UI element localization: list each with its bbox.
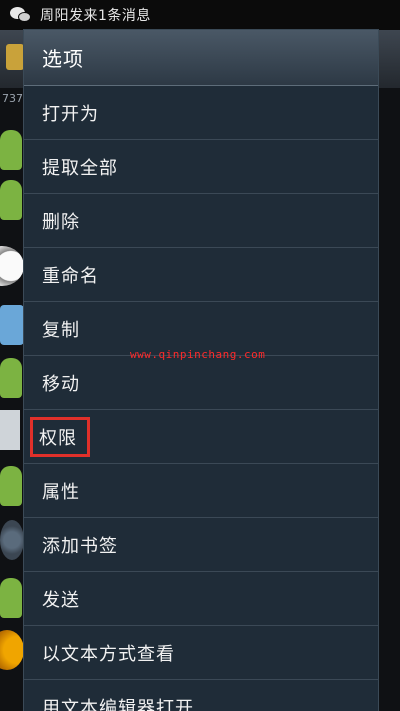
menu-item-properties[interactable]: 属性 [24,464,378,518]
menu-item-label: 用文本编辑器打开 [42,697,194,711]
menu-item-label: 发送 [42,589,80,611]
menu-item-label: 属性 [42,481,80,503]
menu-item-send[interactable]: 发送 [24,572,378,626]
menu-item-open-as[interactable]: 打开为 [24,86,378,140]
notification-text: 周阳发来1条消息 [40,8,151,24]
wechat-icon [10,6,32,24]
android-app-icon [0,358,22,398]
background-path-text: 737 [2,92,23,105]
watermark: www.qinpinchang.com [130,348,266,361]
menu-item-label: 复制 [42,319,80,341]
menu-item-move[interactable]: 移动 [24,356,378,410]
menu-item-label: 提取全部 [42,157,118,179]
menu-item-label: 删除 [42,211,80,233]
status-bar: 周阳发来1条消息 [0,0,400,30]
android-app-icon [0,130,22,170]
android-app-icon [0,466,22,506]
menu-item-permissions[interactable]: 权限 [24,410,378,464]
menu-item-label: 重命名 [42,265,99,287]
options-menu: 打开为提取全部删除重命名复制移动权限属性添加书签发送以文本方式查看用文本编辑器打… [24,86,378,711]
android-app-icon [0,578,22,618]
menu-item-label: 打开为 [42,103,99,125]
dialog-title: 选项 [42,47,84,71]
options-dialog: 选项 打开为提取全部删除重命名复制移动权限属性添加书签发送以文本方式查看用文本编… [23,29,379,711]
document-icon [0,410,20,450]
gear-icon [0,520,24,560]
folder-icon [6,44,24,70]
menu-item-view-as-text[interactable]: 以文本方式查看 [24,626,378,680]
menu-item-label: 移动 [42,373,80,395]
menu-item-extract-all[interactable]: 提取全部 [24,140,378,194]
photo-icon [0,305,24,345]
dialog-header: 选项 [24,30,378,86]
menu-item-label: 以文本方式查看 [42,643,175,665]
menu-item-rename[interactable]: 重命名 [24,248,378,302]
menu-item-label: 添加书签 [42,535,118,557]
menu-item-open-with-text-editor[interactable]: 用文本编辑器打开 [24,680,378,711]
android-app-icon [0,180,22,220]
menu-item-add-bookmark[interactable]: 添加书签 [24,518,378,572]
menu-item-label: 权限 [30,416,90,457]
menu-item-delete[interactable]: 删除 [24,194,378,248]
